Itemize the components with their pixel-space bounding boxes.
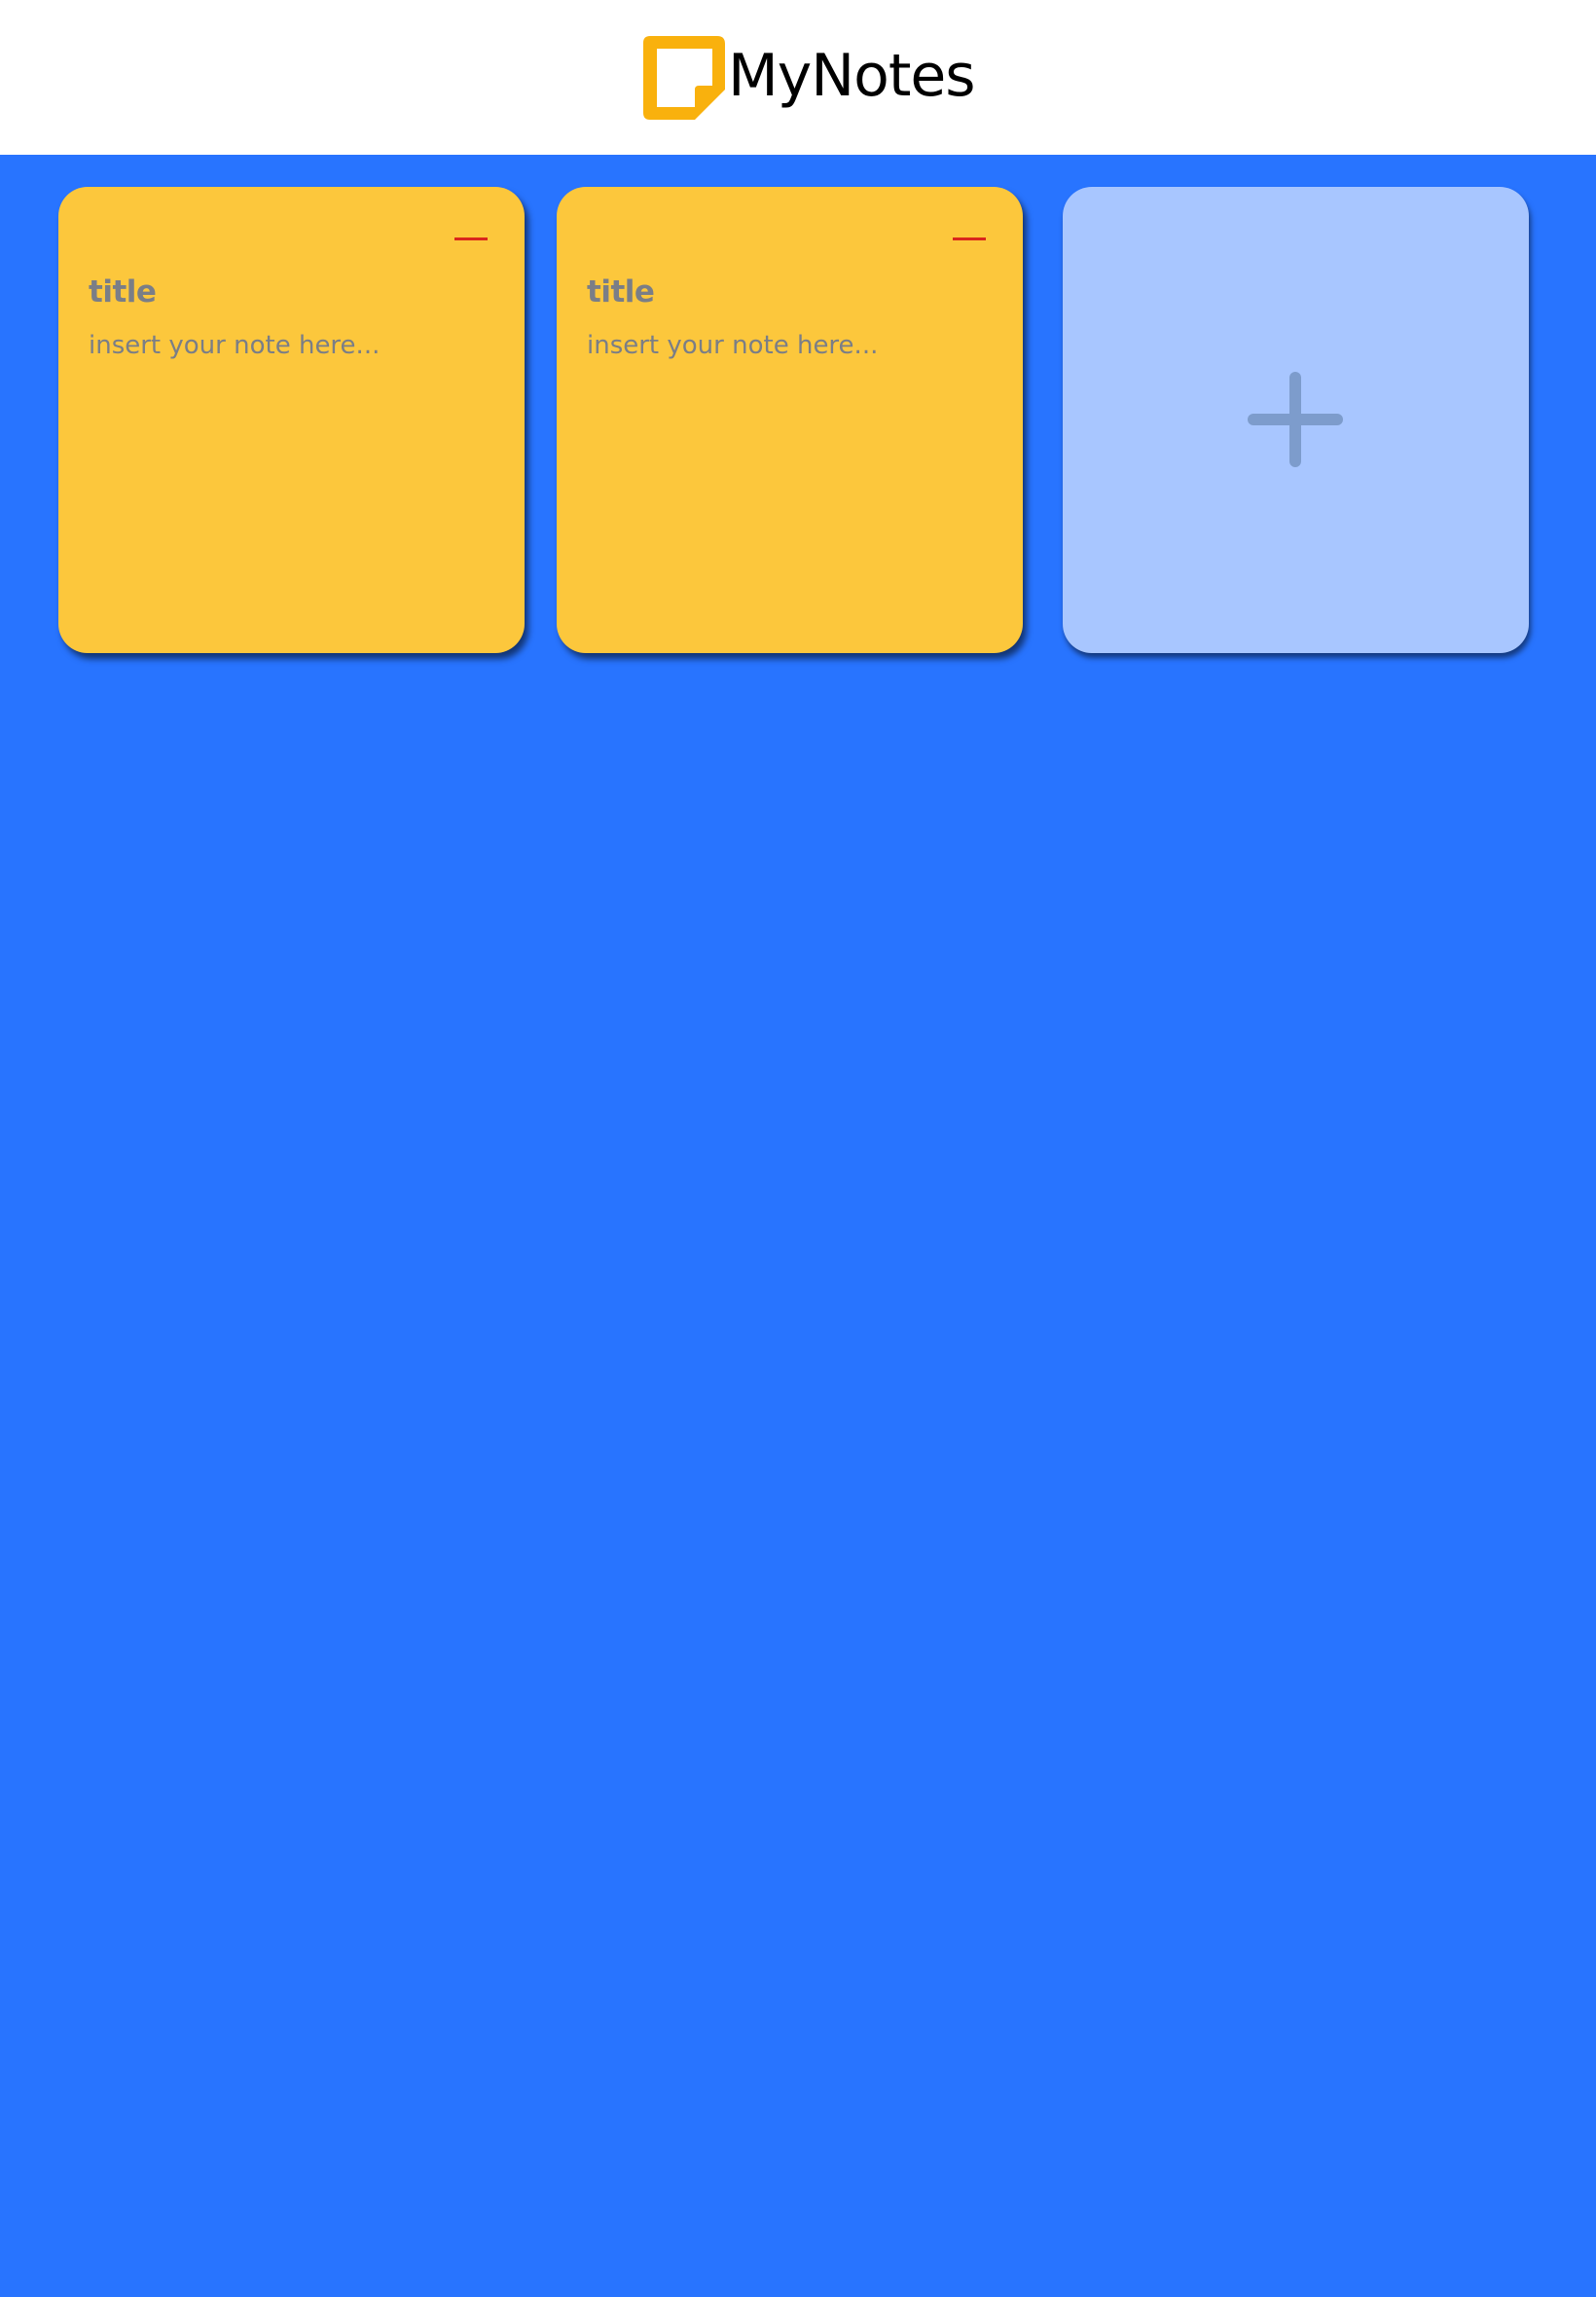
minus-icon: [454, 237, 488, 240]
note-card[interactable]: title insert your note here...: [58, 187, 525, 653]
remove-note-button[interactable]: [452, 224, 490, 253]
plus-icon: [1248, 372, 1343, 467]
brand: MyNotes: [640, 33, 976, 123]
note-card[interactable]: title insert your note here...: [557, 187, 1023, 653]
brand-name: MyNotes: [728, 42, 976, 110]
remove-note-button[interactable]: [950, 224, 989, 253]
add-note-button[interactable]: [1063, 187, 1529, 653]
note-body-input[interactable]: insert your note here...: [89, 331, 488, 360]
note-icon: [643, 36, 725, 120]
note-title[interactable]: title: [587, 274, 986, 310]
note-title[interactable]: title: [89, 274, 488, 310]
app-header: MyNotes: [0, 0, 1596, 155]
minus-icon: [953, 237, 986, 240]
note-body-input[interactable]: insert your note here...: [587, 331, 986, 360]
